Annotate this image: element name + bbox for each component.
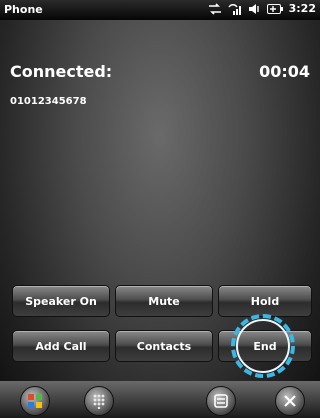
- menu-icon[interactable]: [206, 386, 236, 416]
- data-transfer-icon: [208, 2, 222, 15]
- clock: 3:22: [288, 2, 316, 15]
- volume-icon: [248, 3, 261, 15]
- contacts-button[interactable]: Contacts: [115, 330, 213, 362]
- keypad-icon[interactable]: [84, 386, 114, 416]
- app-title: Phone: [4, 3, 43, 16]
- signal-strength-icon: [228, 3, 242, 15]
- bottom-softkey-bar: [0, 381, 320, 418]
- hold-button[interactable]: Hold: [218, 285, 312, 317]
- call-status: Connected:: [10, 62, 113, 81]
- mute-button[interactable]: Mute: [115, 285, 213, 317]
- phone-number: 01012345678: [10, 96, 87, 107]
- tap-highlight-inner-ring: [236, 319, 290, 373]
- call-timer: 00:04: [259, 62, 310, 81]
- windows-start-icon[interactable]: [20, 386, 50, 416]
- status-bar: Phone 3:22: [0, 0, 320, 20]
- add-call-button[interactable]: Add Call: [12, 330, 110, 362]
- close-icon[interactable]: [275, 386, 305, 416]
- speaker-on-button[interactable]: Speaker On: [12, 285, 110, 317]
- status-icons: 3:22: [208, 2, 316, 15]
- phone-screen: Phone 3:22 Connected: 00:04 01012345678 …: [0, 0, 320, 418]
- battery-icon: [266, 3, 283, 14]
